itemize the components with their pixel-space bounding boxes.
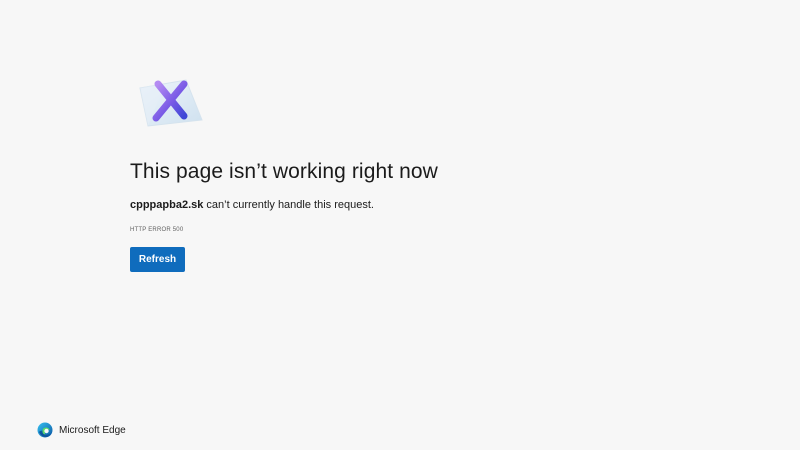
refresh-button[interactable]: Refresh bbox=[130, 247, 185, 272]
error-message: cpppapba2.sk can’t currently handle this… bbox=[130, 199, 374, 211]
brand-name: Microsoft Edge bbox=[59, 424, 126, 436]
error-message-text: can’t currently handle this request. bbox=[203, 199, 374, 211]
browser-brand: Microsoft Edge bbox=[37, 421, 126, 439]
page-title: This page isn’t working right now bbox=[130, 160, 438, 183]
error-page: This page isn’t working right now cpppap… bbox=[0, 0, 800, 450]
error-x-icon bbox=[139, 79, 203, 127]
edge-logo-icon bbox=[37, 422, 53, 438]
error-code: HTTP ERROR 500 bbox=[130, 227, 184, 233]
site-domain: cpppapba2.sk bbox=[130, 199, 204, 211]
